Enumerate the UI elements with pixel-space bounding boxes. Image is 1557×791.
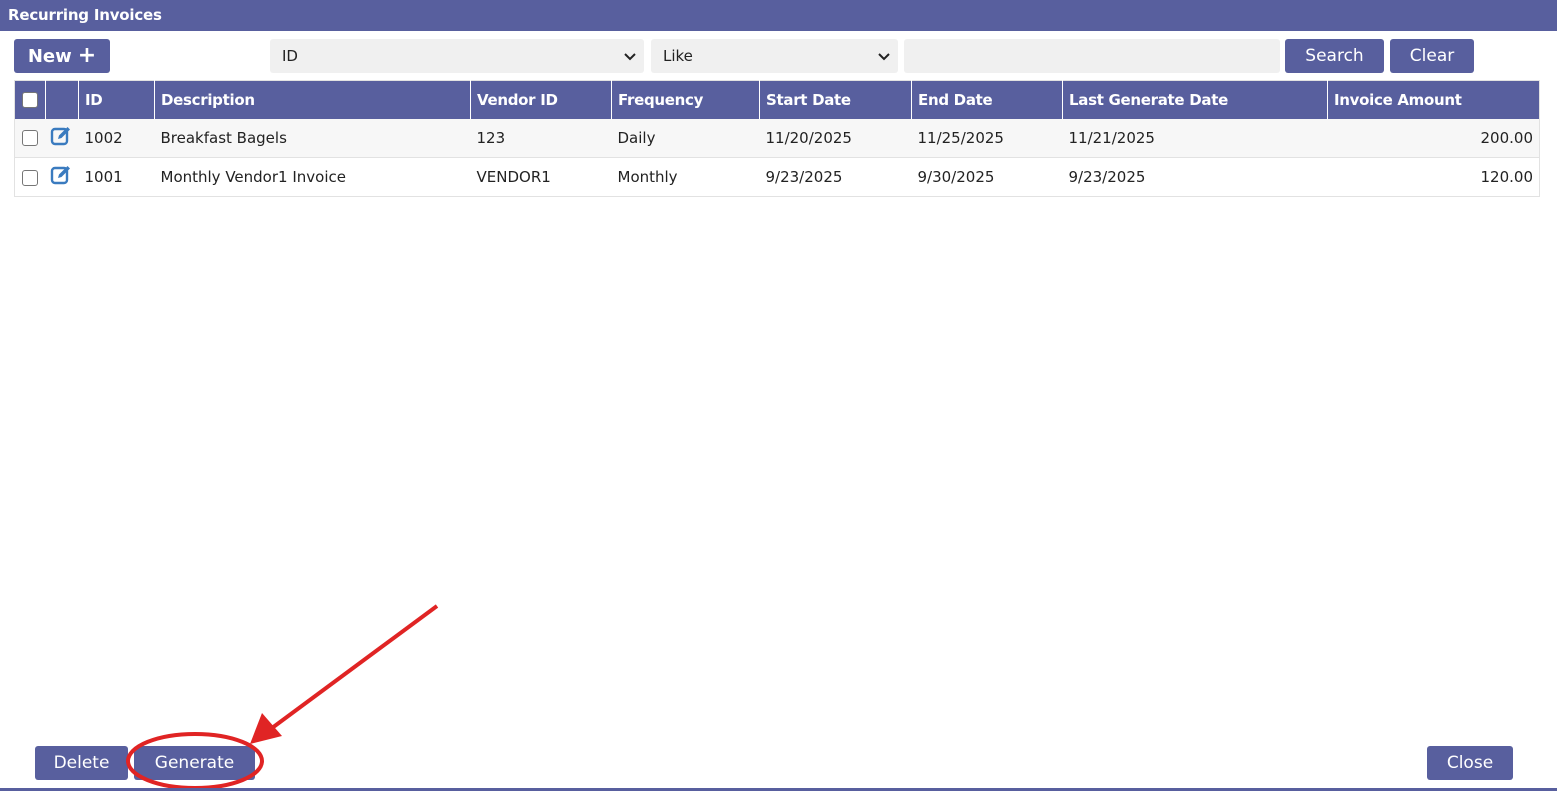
- new-button[interactable]: New +: [14, 39, 110, 73]
- table-header-row: ID Description Vendor ID Frequency Start…: [14, 80, 1540, 119]
- edit-column-header: [45, 80, 79, 119]
- cell-last-generate-date: 11/21/2025: [1062, 118, 1328, 158]
- cell-id: 1001: [78, 157, 155, 197]
- edit-icon[interactable]: [50, 164, 72, 186]
- cell-vendor-id: 123: [470, 118, 612, 158]
- cell-frequency: Monthly: [611, 157, 760, 197]
- delete-button[interactable]: Delete: [35, 746, 128, 780]
- row-checkbox[interactable]: [22, 169, 39, 186]
- column-header-start-date[interactable]: Start Date: [759, 80, 912, 119]
- window-title: Recurring Invoices: [8, 6, 162, 24]
- cell-end-date: 11/25/2025: [911, 118, 1063, 158]
- cell-id: 1002: [78, 118, 155, 158]
- window-titlebar: Recurring Invoices: [0, 0, 1557, 31]
- row-edit-cell[interactable]: [45, 157, 79, 197]
- cell-vendor-id: VENDOR1: [470, 157, 612, 197]
- search-operator-value: Like: [663, 47, 693, 65]
- select-all-checkbox-cell[interactable]: [14, 80, 46, 119]
- table-row[interactable]: 1001 Monthly Vendor1 Invoice VENDOR1 Mon…: [14, 157, 1540, 197]
- cell-start-date: 11/20/2025: [759, 118, 912, 158]
- column-header-invoice-amount[interactable]: Invoice Amount: [1327, 80, 1540, 119]
- close-button[interactable]: Close: [1427, 746, 1513, 780]
- chevron-down-icon: [878, 53, 890, 61]
- column-header-id[interactable]: ID: [78, 80, 155, 119]
- search-input[interactable]: [904, 39, 1280, 73]
- recurring-invoices-table: ID Description Vendor ID Frequency Start…: [14, 80, 1540, 197]
- cell-description: Breakfast Bagels: [154, 118, 471, 158]
- annotation-arrow-head: [250, 713, 282, 744]
- select-all-checkbox[interactable]: [22, 92, 38, 109]
- column-header-description[interactable]: Description: [154, 80, 471, 119]
- search-operator-select[interactable]: Like: [651, 39, 898, 73]
- row-checkbox-cell[interactable]: [14, 118, 46, 158]
- column-header-vendor-id[interactable]: Vendor ID: [470, 80, 612, 119]
- column-header-frequency[interactable]: Frequency: [611, 80, 760, 119]
- search-button[interactable]: Search: [1285, 39, 1384, 73]
- row-edit-cell[interactable]: [45, 118, 79, 158]
- clear-button[interactable]: Clear: [1390, 39, 1474, 73]
- search-field-select[interactable]: ID: [270, 39, 644, 73]
- cell-invoice-amount: 120.00: [1327, 157, 1540, 197]
- column-header-end-date[interactable]: End Date: [911, 80, 1063, 119]
- column-header-last-generate-date[interactable]: Last Generate Date: [1062, 80, 1328, 119]
- cell-start-date: 9/23/2025: [759, 157, 912, 197]
- plus-icon: +: [77, 43, 97, 68]
- row-checkbox-cell[interactable]: [14, 157, 46, 197]
- new-button-label: New: [27, 45, 72, 67]
- generate-button[interactable]: Generate: [134, 746, 255, 780]
- cell-frequency: Daily: [611, 118, 760, 158]
- cell-description: Monthly Vendor1 Invoice: [154, 157, 471, 197]
- edit-icon[interactable]: [50, 125, 72, 147]
- annotation-arrow-shaft: [270, 604, 439, 730]
- row-checkbox[interactable]: [22, 130, 39, 147]
- table-row[interactable]: 1002 Breakfast Bagels 123 Daily 11/20/20…: [14, 118, 1540, 158]
- chevron-down-icon: [624, 53, 636, 61]
- cell-last-generate-date: 9/23/2025: [1062, 157, 1328, 197]
- search-field-value: ID: [282, 47, 298, 65]
- cell-invoice-amount: 200.00: [1327, 118, 1540, 158]
- cell-end-date: 9/30/2025: [911, 157, 1063, 197]
